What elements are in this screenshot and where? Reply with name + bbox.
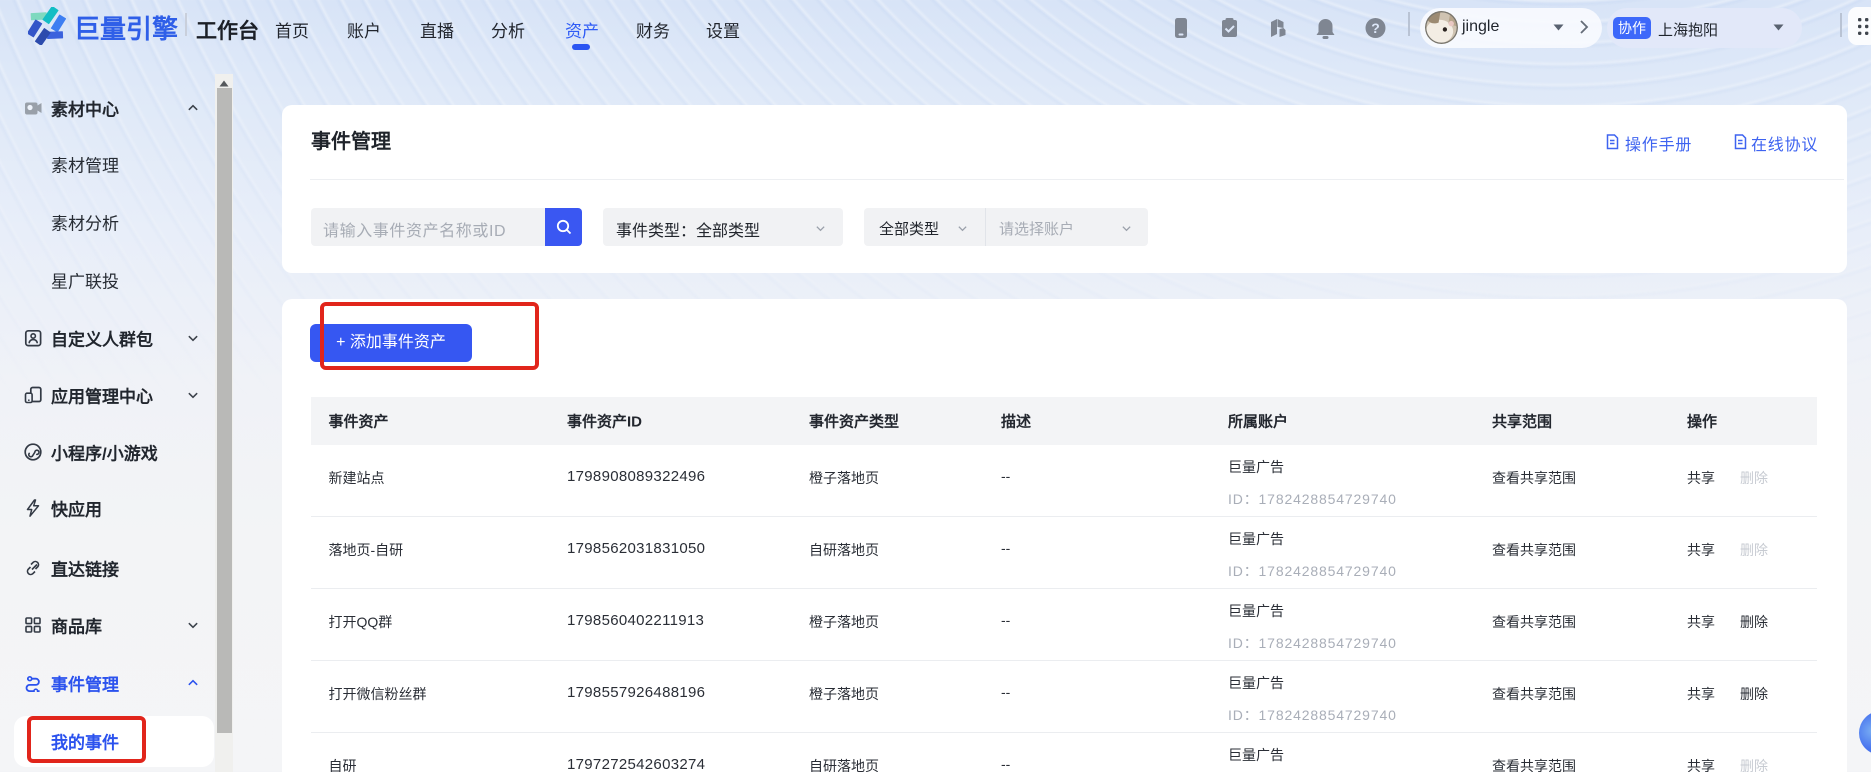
- svg-text:?: ?: [1371, 20, 1380, 36]
